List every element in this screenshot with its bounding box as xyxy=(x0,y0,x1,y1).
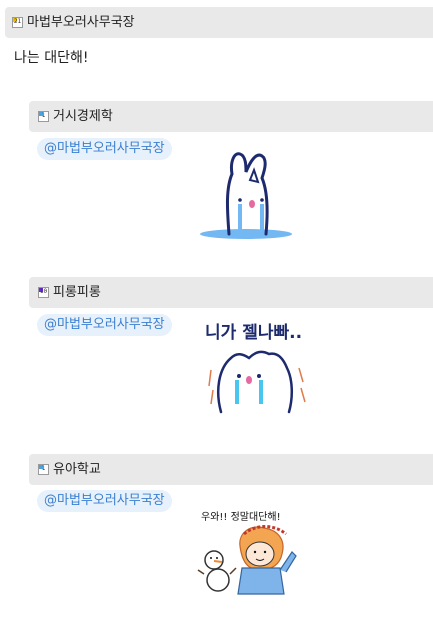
crying-rabbit-sticker xyxy=(200,152,292,239)
anna-olaf-sticker: 우와!! 정말대단해! xyxy=(197,510,297,595)
reply-author-header[interactable]: 10 피롱피롱 xyxy=(29,277,433,308)
mention-link[interactable]: @마법부오러사무국장 xyxy=(37,314,172,336)
reply-author-name[interactable]: 거시경제학 xyxy=(53,110,113,123)
crying-cat-sticker: 니가 젤나빠.. xyxy=(205,323,306,414)
level-badge-icon: 1 xyxy=(38,464,49,475)
sticker-text: 니가 젤나빠.. xyxy=(205,323,302,343)
mention-link[interactable]: @마법부오러사무국장 xyxy=(37,138,172,160)
thread-message: 나는 대단해! xyxy=(14,50,89,66)
reply-author-name[interactable]: 유아학교 xyxy=(53,463,101,476)
thread-author-name[interactable]: 마법부오러사무국장 xyxy=(27,16,135,29)
reply-author-header[interactable]: 1 유아학교 xyxy=(29,454,433,485)
level-badge-icon: 1 xyxy=(38,111,49,122)
reply-author-name[interactable]: 피롱피롱 xyxy=(53,286,101,299)
level-badge-icon: 21 xyxy=(12,17,23,28)
level-badge-icon: 10 xyxy=(38,287,49,298)
thread-author-header[interactable]: 21 마법부오러사무국장 xyxy=(5,7,433,38)
sticker-text: 우와!! 정말대단해! xyxy=(201,510,281,523)
reply-author-header[interactable]: 1 거시경제학 xyxy=(29,101,433,132)
mention-link[interactable]: @마법부오러사무국장 xyxy=(37,490,172,512)
